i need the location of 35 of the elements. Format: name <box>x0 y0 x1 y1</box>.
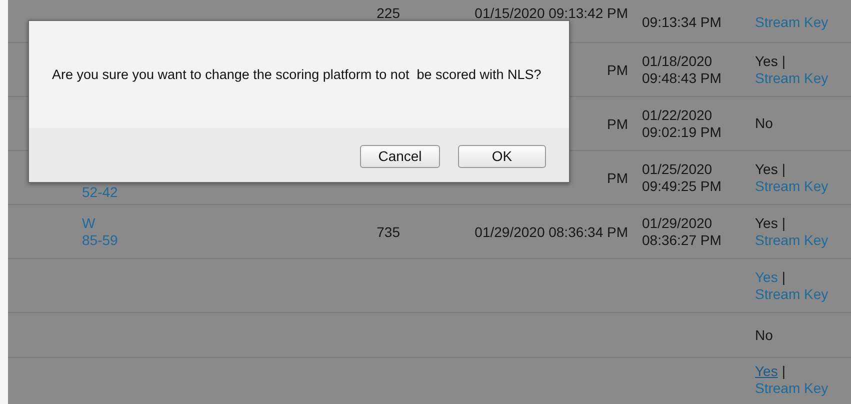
answer-link[interactable]: Yes <box>755 363 778 379</box>
table-cell: 01/29/2020 08:36:34 PM <box>474 224 628 240</box>
table-cell: 09:13:34 PM <box>642 14 722 30</box>
stream-key-link[interactable]: Stream Key <box>755 232 828 248</box>
answer-text: Yes <box>755 214 778 230</box>
table-cell: 01/25/2020 09:49:25 PM <box>642 160 722 194</box>
stream-key-link[interactable]: Stream Key <box>755 14 828 30</box>
cancel-button[interactable]: Cancel <box>360 144 440 168</box>
separator-text: | <box>782 52 786 68</box>
stream-key-link[interactable]: Stream Key <box>755 380 828 396</box>
result-link[interactable]: W 85-59 <box>82 214 332 248</box>
answer-link[interactable]: Yes <box>755 268 778 284</box>
ok-button[interactable]: OK <box>458 144 546 168</box>
answer-text: Yes <box>755 52 778 68</box>
table-cell: 01/22/2020 09:02:19 PM <box>642 106 722 140</box>
table-cell: PM <box>607 116 628 132</box>
table-cell: PM <box>607 62 628 78</box>
separator-text: | <box>782 363 786 379</box>
answer-text: Yes <box>755 160 778 176</box>
separator-text: | <box>782 214 786 230</box>
table-cell: 01/29/2020 08:36:27 PM <box>642 214 722 248</box>
result-link[interactable]: 52-42 <box>82 184 332 201</box>
table-cell: PM <box>607 170 628 186</box>
stream-key-link[interactable]: Stream Key <box>755 286 828 302</box>
dialog-message: Are you sure you want to change the scoring platform to not be scored with NLS? <box>51 66 542 84</box>
table-cell: 01/18/2020 09:48:43 PM <box>642 52 722 86</box>
table-cell: 735 <box>376 224 400 240</box>
table-cell: 01/15/2020 09:13:42 PM <box>474 5 628 21</box>
stream-key-link[interactable]: Stream Key <box>755 178 828 194</box>
separator-text: | <box>782 160 786 176</box>
answer-text: No <box>755 326 773 342</box>
separator-text: | <box>782 268 786 284</box>
table-cell: 225 <box>376 5 400 21</box>
answer-text: No <box>755 115 773 131</box>
stream-key-link[interactable]: Stream Key <box>755 70 828 86</box>
